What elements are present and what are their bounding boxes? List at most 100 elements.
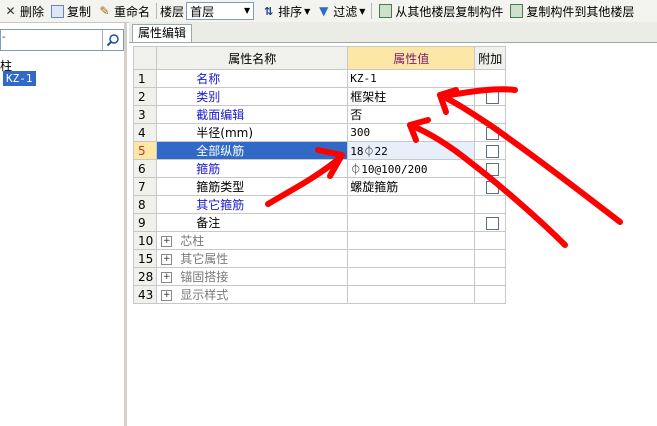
attach-cell — [474, 159, 507, 178]
rename-icon: ✎ — [99, 3, 110, 18]
property-name-cell: 备注 — [156, 213, 349, 232]
group-row[interactable]: 15 + 其它属性 — [132, 249, 507, 268]
floor-select[interactable]: 首层 ▼ — [186, 2, 255, 20]
sort-dropdown-icon: ▼ — [304, 6, 311, 16]
table-row[interactable]: 9 备注 — [132, 213, 507, 232]
row-number[interactable]: 43 — [132, 285, 158, 304]
group-label: 其它属性 — [180, 252, 229, 266]
property-value-cell[interactable] — [347, 195, 476, 214]
rename-button[interactable]: ✎ 重命名 — [94, 1, 153, 21]
tree-item-selected[interactable]: KZ-1 — [3, 71, 36, 86]
attach-cell — [474, 177, 507, 196]
table-row[interactable]: 8 其它箍筋 — [132, 195, 507, 214]
group-row[interactable]: 10 + 芯柱 — [132, 231, 507, 250]
property-name-cell: 截面编辑 — [156, 105, 349, 124]
toolbar-divider — [156, 3, 158, 19]
sort-button[interactable]: ⇅ 排序 ▼ — [258, 1, 313, 21]
component-tree-panel: - 柱 KZ-1 — [0, 23, 127, 426]
property-name-cell: 箍筋类型 — [156, 177, 349, 196]
row-number[interactable]: 28 — [132, 267, 158, 286]
expand-icon[interactable]: + — [161, 254, 173, 265]
group-name-cell: + 显示样式 — [156, 285, 349, 304]
table-row[interactable]: 5 全部纵筋 18⏀22 — [132, 141, 507, 160]
sort-icon: ⇅ — [263, 4, 274, 18]
group-row[interactable]: 28 + 锚固搭接 — [132, 267, 507, 286]
property-value-cell[interactable]: KZ-1 — [347, 69, 476, 88]
expand-icon[interactable]: + — [161, 290, 173, 301]
search-icon — [106, 34, 119, 47]
row-number[interactable]: 1 — [132, 69, 158, 88]
expand-icon[interactable]: + — [161, 272, 173, 283]
attach-cell — [474, 213, 507, 232]
row-number[interactable]: 5 — [132, 141, 158, 160]
row-number[interactable]: 8 — [132, 195, 158, 214]
header-name[interactable]: 属性名称 — [156, 46, 349, 70]
copy-button[interactable]: 复制 — [47, 1, 94, 21]
group-name-cell: + 芯柱 — [156, 231, 349, 250]
property-value-cell[interactable]: ⏀10@100/200 — [347, 159, 476, 178]
property-value-cell[interactable] — [347, 213, 476, 232]
table-row[interactable]: 1 名称 KZ-1 — [132, 69, 507, 88]
attach-checkbox[interactable] — [486, 144, 500, 158]
property-value-cell[interactable]: 否 — [347, 105, 476, 124]
group-row[interactable]: 43 + 显示样式 — [132, 285, 507, 304]
delete-button[interactable]: ✕ 删除 — [0, 1, 47, 21]
attach-cell — [474, 285, 507, 304]
panel-splitter[interactable] — [124, 23, 127, 426]
property-name-cell: 类别 — [156, 87, 349, 106]
property-name-cell: 全部纵筋 — [156, 141, 349, 160]
attach-cell — [474, 195, 507, 214]
group-label: 锚固搭接 — [180, 270, 229, 284]
row-number[interactable]: 3 — [132, 105, 158, 124]
group-label: 芯柱 — [180, 234, 205, 248]
table-row[interactable]: 7 箍筋类型 螺旋箍筋 — [132, 177, 507, 196]
group-name-cell: + 其它属性 — [156, 249, 349, 268]
tab-bar: 属性编辑 — [129, 22, 657, 43]
floor-label: 楼层 — [160, 4, 185, 19]
row-number[interactable]: 7 — [132, 177, 158, 196]
table-row[interactable]: 3 截面编辑否 — [132, 105, 507, 124]
row-number[interactable]: 6 — [132, 159, 158, 178]
attach-checkbox[interactable] — [486, 126, 500, 140]
search-input[interactable]: - — [0, 29, 124, 51]
copy-from-other-floor-button[interactable]: 从其他楼层复制构件 — [375, 1, 506, 21]
attach-checkbox[interactable] — [486, 162, 500, 176]
delete-icon: ✕ — [5, 3, 16, 18]
toolbar-divider — [371, 3, 373, 19]
attach-checkbox[interactable] — [486, 90, 500, 104]
attach-cell — [474, 267, 507, 286]
copy-icon — [50, 4, 65, 19]
property-value-cell[interactable]: 螺旋箍筋 — [347, 177, 476, 196]
table-row[interactable]: 2 类别 框架柱 — [132, 87, 507, 106]
sort-label: 排序 — [278, 4, 303, 19]
table-row[interactable]: 4 半径(mm) 300 — [132, 123, 507, 142]
filter-button[interactable]: ▼ 过滤 ▼ — [313, 1, 368, 21]
floor-paste-icon — [509, 4, 524, 19]
attach-checkbox[interactable] — [486, 180, 500, 194]
copy-to-other-floor-button[interactable]: 复制构件到其他楼层 — [506, 1, 637, 21]
row-number[interactable]: 2 — [132, 87, 158, 106]
chevron-down-icon: ▼ — [243, 6, 251, 15]
property-value-cell[interactable]: 300 — [347, 123, 476, 142]
table-row[interactable]: 6 箍筋 ⏀10@100/200 — [132, 159, 507, 178]
row-number[interactable]: 15 — [132, 249, 158, 268]
property-value-cell[interactable]: 框架柱 — [347, 87, 476, 106]
header-extra[interactable]: 附加 — [474, 46, 507, 70]
rename-label: 重命名 — [114, 4, 151, 19]
attach-checkbox[interactable] — [486, 216, 500, 230]
header-value[interactable]: 属性值 — [347, 46, 476, 70]
attach-cell — [474, 123, 507, 142]
expand-icon[interactable]: + — [161, 236, 173, 247]
row-number[interactable]: 10 — [132, 231, 158, 250]
row-number[interactable]: 9 — [132, 213, 158, 232]
search-button[interactable] — [102, 30, 123, 50]
row-number[interactable]: 4 — [132, 123, 158, 142]
property-name-cell: 箍筋 — [156, 159, 349, 178]
filter-dropdown-icon: ▼ — [359, 6, 366, 16]
property-grid-area: 属性名称 属性值 附加 1 名称 KZ-1 2 类别 框架柱 3 截面编辑否 4 半径(mm) 30… — [129, 43, 657, 426]
group-label: 显示样式 — [180, 288, 229, 302]
property-value-cell[interactable]: 18⏀22 — [347, 141, 476, 160]
delete-label: 删除 — [20, 4, 45, 19]
tab-property-edit[interactable]: 属性编辑 — [132, 24, 193, 42]
attach-cell — [474, 87, 507, 106]
